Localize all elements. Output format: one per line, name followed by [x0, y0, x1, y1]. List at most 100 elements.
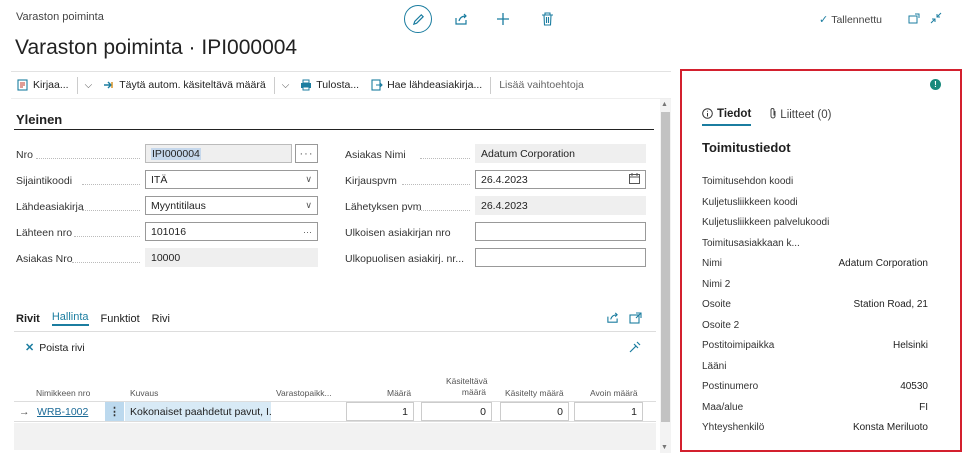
location-field[interactable]: ITÄ ∨: [145, 170, 318, 189]
dotted-leader: [74, 236, 140, 237]
tab-attachments-label: Liitteet (0): [780, 108, 832, 121]
location-value: ITÄ: [151, 173, 168, 186]
more-options-button[interactable]: Lisää vaihtoehtoja: [493, 72, 590, 98]
tab-details[interactable]: Tiedot: [702, 107, 752, 126]
print-label: Tulosta...: [316, 79, 360, 91]
col-bin[interactable]: Varastopaikk...: [276, 388, 332, 399]
saved-status: ✓ Tallennettu: [819, 13, 882, 27]
chevron-down-icon[interactable]: ⌵: [80, 80, 98, 91]
factbox-tabs: Tiedot Liitteet (0): [702, 107, 831, 126]
factbox-row: Postitoimipaikka Helsinki: [702, 340, 928, 351]
chevron-down-icon[interactable]: ⌵: [277, 80, 295, 91]
factbox-field-label: Toimitusehdon koodi: [702, 176, 794, 187]
factbox-row: Kuljetusliikkeen koodi: [702, 197, 928, 208]
shipment-date-label: Lähetyksen pvm: [345, 201, 422, 213]
outside-doc-field[interactable]: [475, 248, 646, 267]
dotted-leader: [82, 184, 140, 185]
post-label: Kirjaa...: [33, 79, 69, 91]
factbox-row: Maa/alue FI: [702, 402, 928, 413]
factbox-field-value: Konsta Meriluoto: [852, 422, 928, 433]
col-to-handle[interactable]: Käsiteltävä määrä: [446, 376, 488, 398]
more-options-label: Lisää vaihtoehtoja: [499, 79, 584, 91]
chevron-down-icon: ∨: [305, 200, 312, 210]
handled-cell: 0: [500, 402, 569, 421]
separator: [273, 76, 275, 94]
description-cell[interactable]: Kokonaiset paahdetut pavut, I...: [125, 402, 271, 421]
info-circle-icon: [702, 108, 713, 119]
factbox-field-label: Osoite: [702, 299, 731, 310]
action-bar: Kirjaa... ⌵ Täytä autom. käsiteltävä mää…: [11, 72, 671, 99]
scroll-down-icon[interactable]: ▼: [661, 444, 668, 451]
source-doc-field[interactable]: Myyntitilaus ∨: [145, 196, 318, 215]
autofill-label: Täytä autom. käsiteltävä määrä: [119, 79, 266, 91]
ellipsis-icon: ···: [303, 226, 312, 237]
col-handled[interactable]: Käsitelty määrä: [505, 388, 564, 399]
collapse-icon[interactable]: [928, 10, 944, 26]
factbox-field-label: Lääni: [702, 360, 727, 372]
open-new-window-icon[interactable]: [906, 10, 922, 26]
delete-line-label: Poista rivi: [39, 341, 85, 354]
info-icon[interactable]: !: [930, 79, 941, 90]
ext-doc-field[interactable]: [475, 222, 646, 241]
share-icon[interactable]: [606, 312, 619, 327]
factbox-row: Kuljetusliikkeen palvelukoodi: [702, 217, 928, 228]
no-field[interactable]: IPI000004: [145, 144, 292, 163]
delete-icon[interactable]: [534, 6, 560, 32]
edit-icon[interactable]: [404, 5, 432, 33]
open-in-new-icon[interactable]: [629, 312, 642, 327]
post-icon: [17, 79, 29, 91]
outside-doc-label: Ulkopuolisen asiakirj. nr...: [345, 253, 465, 265]
customer-no-label: Asiakas Nro: [16, 253, 73, 265]
col-quantity[interactable]: Määrä: [387, 388, 411, 399]
posting-date-field[interactable]: 26.4.2023: [475, 170, 646, 189]
dotted-leader: [72, 262, 140, 263]
shipment-date-value: 26.4.2023: [481, 199, 528, 212]
outstanding-cell: 1: [574, 402, 643, 421]
col-item-no[interactable]: Nimikkeen nro: [36, 388, 90, 399]
factbox-field-label: Maa/alue: [702, 401, 744, 413]
scrollbar-thumb[interactable]: [661, 112, 670, 422]
no-label: Nro: [16, 149, 33, 161]
tab-manage[interactable]: Hallinta: [51, 311, 89, 326]
assist-edit-button[interactable]: ···: [295, 144, 318, 163]
add-icon[interactable]: [490, 6, 516, 32]
saved-label: Tallennettu: [831, 13, 882, 26]
row-actions-icon[interactable]: ⋮: [105, 402, 124, 421]
factbox-row: Osoite 2: [702, 320, 928, 331]
factbox-row: Osoite Station Road, 21: [702, 299, 928, 310]
factbox-field-label: Postinumero: [702, 381, 759, 392]
post-button[interactable]: Kirjaa...: [11, 72, 75, 98]
to-handle-cell[interactable]: 0: [421, 402, 492, 421]
delete-line-button[interactable]: ✕ Poista rivi: [25, 341, 85, 355]
scroll-up-icon[interactable]: ▲: [661, 101, 668, 108]
source-doc-label: Lähdeasiakirja: [16, 201, 84, 213]
customer-name-field: Adatum Corporation: [475, 144, 646, 163]
autofill-icon: [103, 79, 115, 91]
col-to-handle-line1: Käsiteltävä: [446, 376, 488, 386]
separator: [490, 76, 492, 94]
print-button[interactable]: Tulosta...: [294, 72, 365, 98]
factbox-field-value: 40530: [900, 381, 928, 392]
factbox-field-label: Nimi: [702, 258, 722, 269]
factbox-field-label: Kuljetusliikkeen koodi: [702, 196, 798, 208]
source-no-label: Lähteen nro: [16, 227, 73, 239]
dotted-leader: [36, 158, 140, 159]
get-source-doc-button[interactable]: Hae lähdeasiakirja...: [365, 72, 488, 98]
tab-attachments[interactable]: Liitteet (0): [769, 107, 831, 126]
col-outstanding[interactable]: Avoin määrä: [590, 388, 638, 399]
tab-line[interactable]: Rivi: [152, 313, 170, 325]
shipping-info-heading: Toimitustiedot: [702, 140, 791, 155]
item-no-link[interactable]: WRB-1002: [37, 402, 88, 421]
autofill-button[interactable]: Täytä autom. käsiteltävä määrä: [97, 72, 271, 98]
calendar-icon[interactable]: [629, 172, 640, 187]
ext-doc-label: Ulkoisen asiakirjan nro: [345, 227, 451, 239]
customer-name-label: Asiakas Nimi: [345, 149, 406, 161]
col-description[interactable]: Kuvaus: [130, 388, 158, 399]
factbox-row: Nimi Adatum Corporation: [702, 258, 928, 269]
factbox-field-value: FI: [919, 401, 928, 413]
source-no-field[interactable]: 101016 ···: [145, 222, 318, 241]
tab-details-label: Tiedot: [717, 107, 752, 120]
share-icon[interactable]: [448, 6, 474, 32]
tab-functions[interactable]: Funktiot: [101, 313, 140, 325]
personalize-icon[interactable]: [628, 341, 641, 357]
